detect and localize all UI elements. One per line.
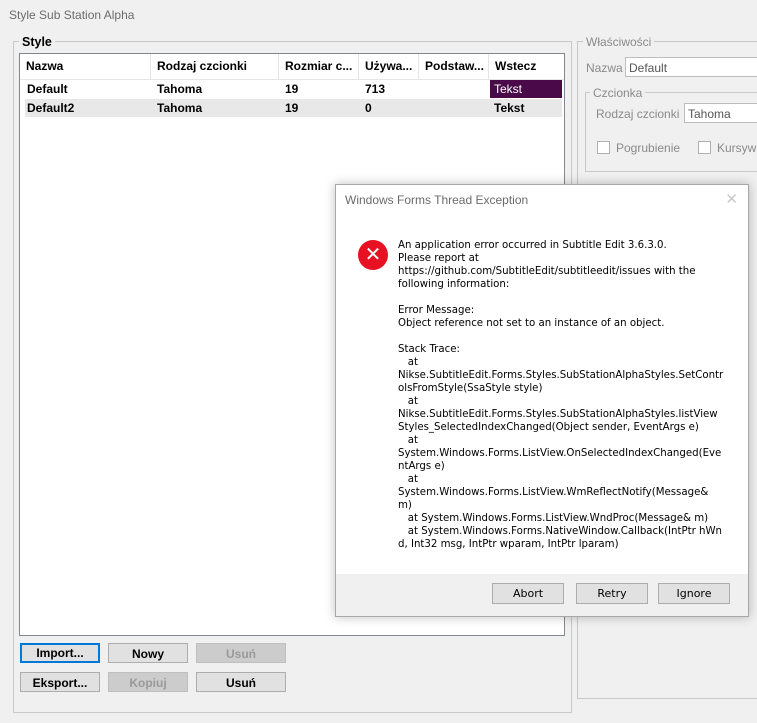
copy-button[interactable]: Kopiuj <box>108 672 188 692</box>
row-size: 19 <box>285 82 299 96</box>
export-button[interactable]: Eksport... <box>20 672 100 692</box>
column-header-name[interactable]: Nazwa <box>20 54 151 79</box>
bold-checkbox[interactable] <box>597 141 610 154</box>
name-label: Nazwa <box>586 61 623 75</box>
table-row[interactable]: Default Tahoma 19 713 Tekst <box>25 80 562 98</box>
row-base <box>423 99 425 117</box>
abort-button[interactable]: Abort <box>492 583 564 604</box>
row-base <box>423 80 425 98</box>
row-back-color-swatch: Tekst <box>490 80 562 98</box>
dialog-title: Windows Forms Thread Exception <box>345 193 529 207</box>
delete-button-disabled[interactable]: Usuń <box>196 643 286 663</box>
dialog-footer: Abort Retry Ignore <box>336 574 748 616</box>
font-group-label: Czcionka <box>590 86 646 100</box>
error-message-text: An application error occurred in Subtitl… <box>398 240 724 550</box>
dialog-body: ✕ An application error occurred in Subti… <box>336 216 748 574</box>
retry-button[interactable]: Retry <box>576 583 648 604</box>
row-used: 713 <box>365 82 386 96</box>
column-header-size[interactable]: Rozmiar c... <box>279 54 359 79</box>
dialog-titlebar: Windows Forms Thread Exception ✕ <box>336 185 748 216</box>
row-font: Tahoma <box>157 82 203 96</box>
row-name: Default2 <box>27 101 75 115</box>
column-header-back[interactable]: Wstecz <box>489 54 564 79</box>
row-name: Default <box>27 82 68 96</box>
exception-dialog: Windows Forms Thread Exception ✕ ✕ An ap… <box>335 184 749 617</box>
properties-group-label: Właściwości <box>583 35 655 49</box>
row-size: 19 <box>285 101 299 115</box>
column-header-font[interactable]: Rodzaj czcionki <box>151 54 279 79</box>
row-font: Tahoma <box>157 101 203 115</box>
italic-checkbox[interactable] <box>698 141 711 154</box>
import-button[interactable]: Import... <box>20 643 100 663</box>
window-title: Style Sub Station Alpha <box>9 8 135 22</box>
delete-button[interactable]: Usuń <box>196 672 286 692</box>
font-name-dropdown[interactable]: Tahoma <box>684 103 757 123</box>
ignore-button[interactable]: Ignore <box>658 583 730 604</box>
listview-header: Nazwa Rodzaj czcionki Rozmiar c... Używa… <box>20 54 564 80</box>
row-back: Tekst <box>494 101 525 115</box>
italic-label: Kursywa <box>717 141 757 155</box>
bold-label: Pogrubienie <box>616 141 681 155</box>
styles-group-label: Style <box>19 35 55 49</box>
new-style-button[interactable]: Nowy <box>108 643 188 663</box>
table-row[interactable]: Default2 Tahoma 19 0 Tekst <box>25 99 562 117</box>
name-input[interactable]: Default <box>625 57 757 77</box>
row-used: 0 <box>365 101 372 115</box>
close-icon[interactable]: ✕ <box>725 190 738 208</box>
font-name-label: Rodzaj czcionki <box>596 107 680 121</box>
error-icon: ✕ <box>358 240 388 270</box>
column-header-base[interactable]: Podstaw... <box>419 54 489 79</box>
column-header-used[interactable]: Używa... <box>359 54 419 79</box>
